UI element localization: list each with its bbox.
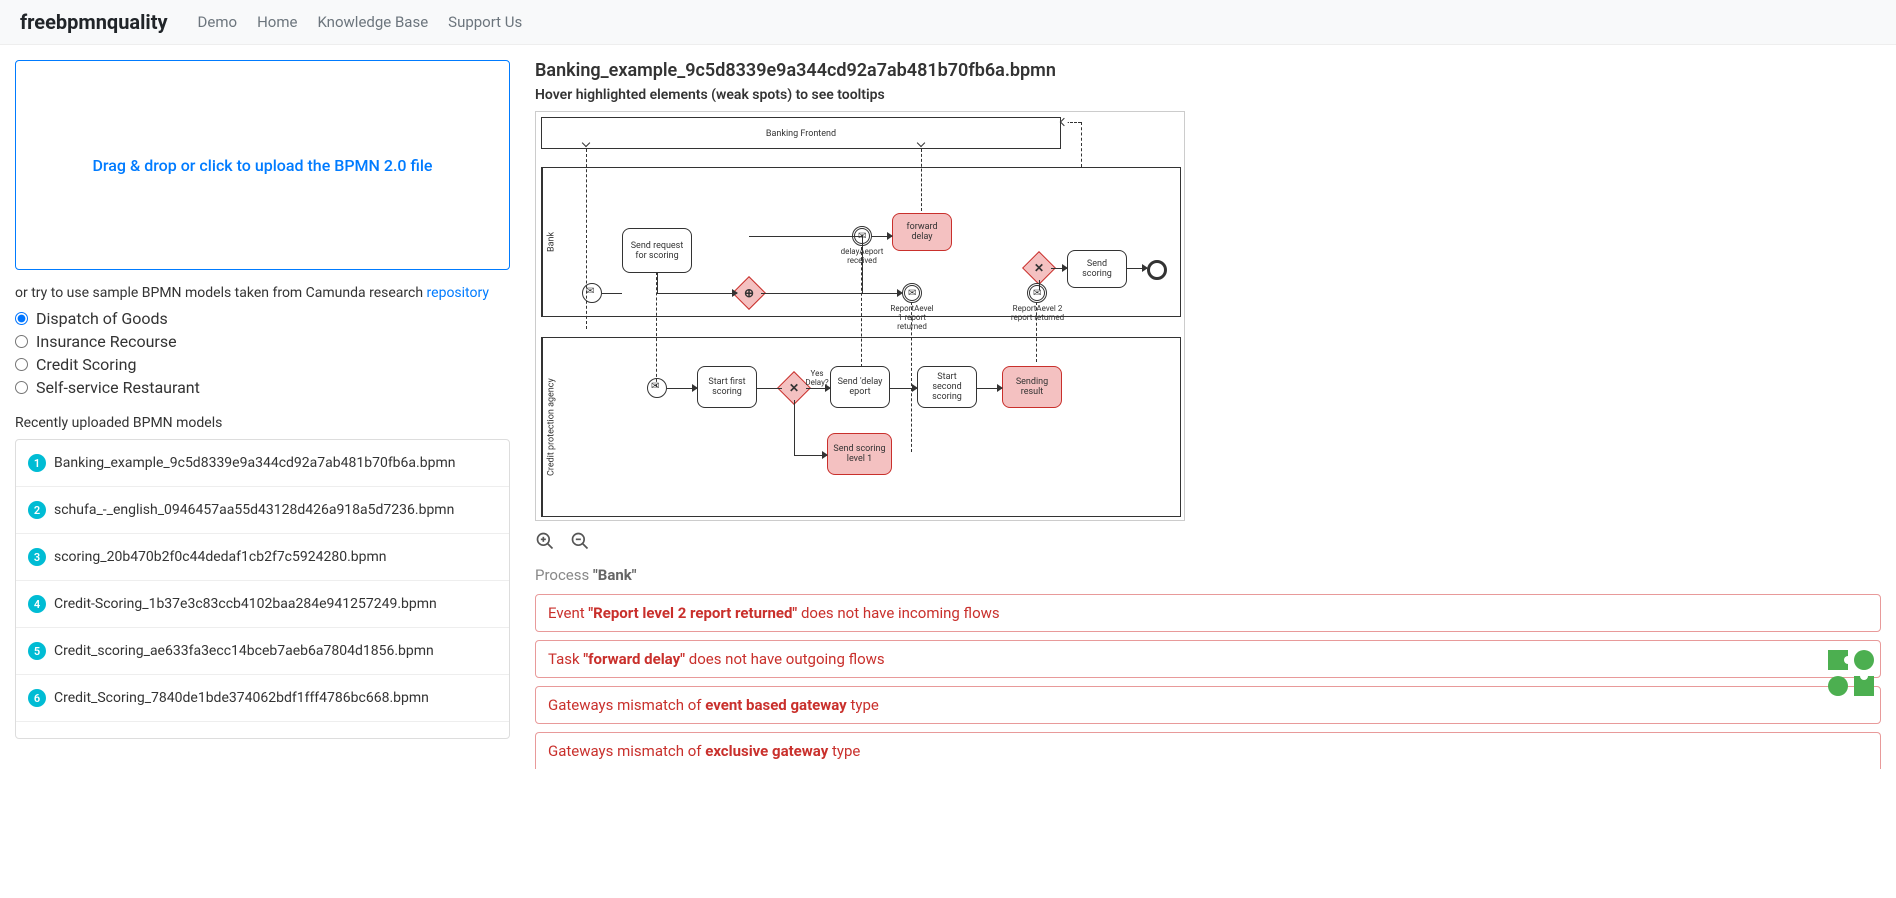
nav-link-kb[interactable]: Knowledge Base: [317, 13, 428, 31]
zoom-out-icon[interactable]: [570, 531, 590, 551]
item-badge: 3: [28, 548, 46, 566]
radio-input[interactable]: [15, 381, 28, 394]
floating-widget-icon[interactable]: [1826, 648, 1876, 698]
radio-input[interactable]: [15, 312, 28, 325]
event-report-l1: [902, 283, 922, 303]
radio-credit[interactable]: Credit Scoring: [15, 355, 510, 374]
item-badge: 2: [28, 501, 46, 519]
list-item[interactable]: 2schufa_-_english_0946457aa55d43128d426a…: [16, 487, 509, 534]
sample-text: or try to use sample BPMN models taken f…: [15, 285, 510, 301]
repository-link[interactable]: repository: [427, 285, 489, 301]
recent-heading: Recently uploaded BPMN models: [15, 415, 510, 431]
recent-list[interactable]: 1Banking_example_9c5d8339e9a344cd92a7ab4…: [15, 439, 510, 739]
dropzone-label: Drag & drop or click to upload the BPMN …: [92, 156, 432, 175]
message-flow: [1066, 122, 1081, 123]
item-badge: 6: [28, 689, 46, 707]
list-item[interactable]: 4Credit-Scoring_1b37e3c83ccb4102baa284e9…: [16, 581, 509, 628]
radio-insurance[interactable]: Insurance Recourse: [15, 332, 510, 351]
nav-link-demo[interactable]: Demo: [198, 13, 238, 31]
list-item[interactable]: 5Credit_scoring_ae633fa3ecc14bceb7aeb6a7…: [16, 628, 509, 675]
bpmn-diagram[interactable]: Banking Frontend Bank Send request for s…: [535, 111, 1185, 521]
task-forward-delay: forward delay: [892, 213, 952, 251]
list-item[interactable]: 1Banking_example_9c5d8339e9a344cd92a7ab4…: [16, 440, 509, 487]
navbar: freebpmnquality Demo Home Knowledge Base…: [0, 0, 1896, 45]
nav-link-support[interactable]: Support Us: [448, 13, 522, 31]
message-flow: [921, 149, 922, 211]
issue-item: Gateways mismatch of exclusive gateway t…: [535, 732, 1881, 769]
nav-link-home[interactable]: Home: [257, 13, 297, 31]
message-flow: [1036, 302, 1037, 362]
task-send-delay-report: Send 'delay eport: [830, 366, 890, 408]
message-flow: [586, 149, 587, 329]
pool-frontend: Banking Frontend: [541, 117, 1061, 149]
start-event: [582, 283, 602, 303]
start-event-agency: [647, 378, 667, 398]
radio-input[interactable]: [15, 335, 28, 348]
zoom-in-icon[interactable]: [535, 531, 555, 551]
brand[interactable]: freebpmnquality: [20, 10, 168, 34]
item-badge: 5: [28, 642, 46, 660]
zoom-controls: [535, 531, 1881, 551]
issue-item: Gateways mismatch of event based gateway…: [535, 686, 1881, 724]
item-badge: 4: [28, 595, 46, 613]
event-report-l2: [1027, 283, 1047, 303]
issue-item: Event "Report level 2 report returned" d…: [535, 594, 1881, 632]
hover-hint: Hover highlighted elements (weak spots) …: [535, 87, 1881, 103]
list-item[interactable]: 6Credit_Scoring_7840de1bde374062bdf1fff4…: [16, 675, 509, 722]
item-badge: 1: [28, 454, 46, 472]
issue-item: Task "forward delay" does not have outgo…: [535, 640, 1881, 678]
message-flow: [911, 302, 912, 452]
filename-title: Banking_example_9c5d8339e9a344cd92a7ab48…: [535, 60, 1881, 81]
task-start-first: Start first scoring: [697, 366, 757, 408]
radio-input[interactable]: [15, 358, 28, 371]
message-flow: [656, 272, 657, 387]
list-item[interactable]: 3scoring_20b470b2f0c44dedaf1cb2f7c592428…: [16, 534, 509, 581]
end-event-bank: [1147, 260, 1167, 280]
task-send-scoring-l1: Send scoring level 1: [827, 433, 892, 475]
message-flow: [1081, 122, 1082, 167]
radio-dispatch[interactable]: Dispatch of Goods: [15, 309, 510, 328]
radio-restaurant[interactable]: Self-service Restaurant: [15, 378, 510, 397]
message-flow: [861, 247, 862, 367]
task-sending-result: Sending result: [1002, 366, 1062, 408]
process-label: Process "Bank": [535, 566, 1881, 584]
task-start-second: Start second scoring: [917, 366, 977, 408]
task-send-scoring: Send scoring: [1067, 250, 1127, 288]
task-send-request: Send request for scoring: [622, 228, 692, 273]
upload-dropzone[interactable]: Drag & drop or click to upload the BPMN …: [15, 60, 510, 270]
